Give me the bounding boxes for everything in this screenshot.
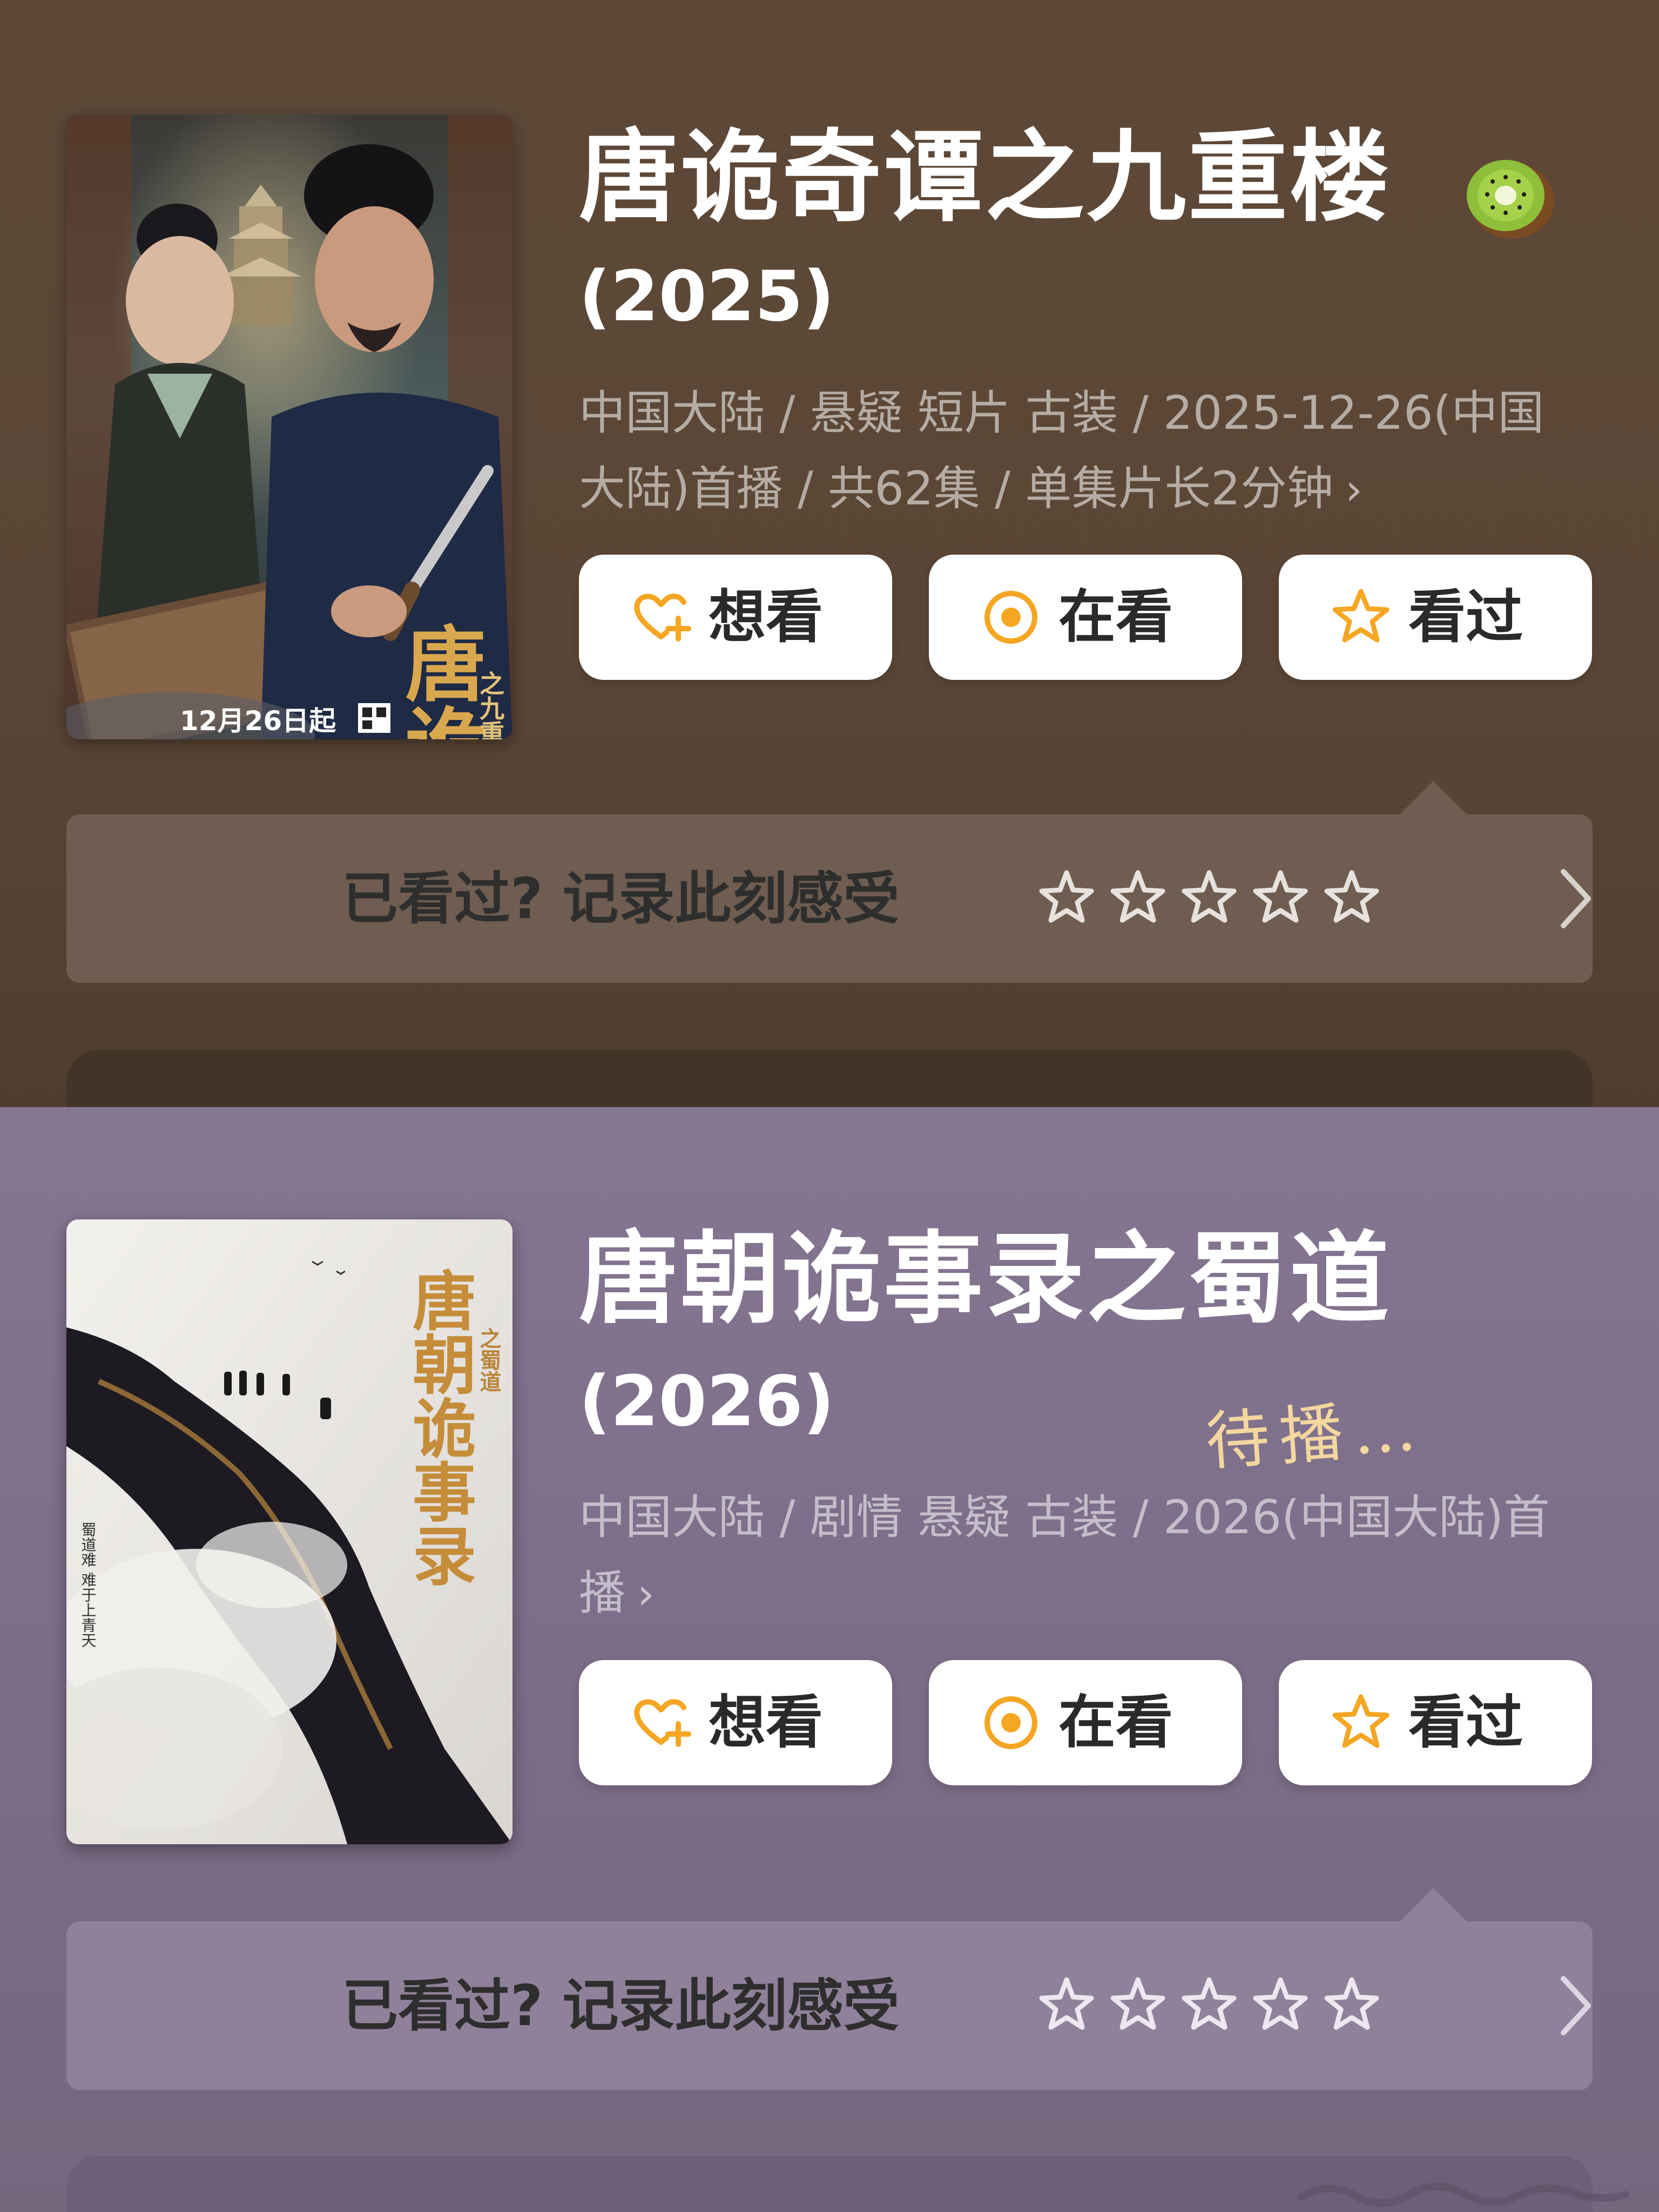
movie-year: (2025) xyxy=(579,257,835,337)
meta-text: 中国大陆 / 悬疑 短片 古装 / 2025-12-26(中国大陆)首播 / 共… xyxy=(579,386,1545,516)
star-outline-icon[interactable] xyxy=(1321,1974,1382,2035)
target-icon xyxy=(984,1696,1037,1749)
popover-caret xyxy=(1400,1888,1467,1921)
star-outline-icon[interactable] xyxy=(1250,867,1311,928)
next-section-card xyxy=(66,1050,1593,1107)
chevron-right-icon[interactable] xyxy=(1557,1973,1595,2038)
star-outline-icon[interactable] xyxy=(1108,867,1168,928)
rating-prompt: 已看过? 记录此刻感受 xyxy=(342,1973,900,2039)
want-to-watch-label: 想看 xyxy=(709,584,823,650)
poster-subtitle: 之蜀道 xyxy=(476,1327,502,1392)
rating-bar[interactable]: 已看过? 记录此刻感受 xyxy=(66,1921,1593,2090)
want-to-watch-button[interactable]: 想看 xyxy=(579,555,892,680)
star-outline-icon[interactable] xyxy=(1108,1974,1168,2035)
star-icon xyxy=(1332,589,1390,643)
want-to-watch-label: 想看 xyxy=(709,1689,823,1756)
poster-tagline: 蜀道难 难于上青天 xyxy=(79,1522,97,1648)
poster-image[interactable]: 唐诡奇谭 之九重楼 12月26日起 xyxy=(66,114,512,739)
poster-subtitle: 之九重楼 xyxy=(476,671,505,739)
movie-card-1: 唐诡奇谭 之九重楼 12月26日起 唐诡奇谭之九重楼 (2025) 中国大陆 /… xyxy=(0,0,1659,1107)
star-outline-icon[interactable] xyxy=(1036,1974,1097,2035)
movie-meta[interactable]: 中国大陆 / 悬疑 短片 古装 / 2025-12-26(中国大陆)首播 / 共… xyxy=(579,375,1583,528)
action-buttons: 想看 在看 看过 xyxy=(579,555,1594,680)
rating-stars xyxy=(1036,867,1393,930)
poster-artwork: 唐诡奇谭 之九重楼 12月26日起 xyxy=(66,114,512,739)
chevron-right-icon: › xyxy=(1345,464,1363,515)
watched-label: 看过 xyxy=(1408,584,1523,650)
movie-title[interactable]: 唐朝诡事录之蜀道 xyxy=(579,1225,1391,1334)
movie-year: (2026) xyxy=(579,1361,835,1442)
poster-image[interactable]: 唐朝诡事录 之蜀道 蜀道难 难于上青天 xyxy=(66,1219,512,1844)
heart-plus-icon xyxy=(634,594,691,642)
action-buttons: 想看 在看 看过 xyxy=(579,1660,1594,1785)
watching-button[interactable]: 在看 xyxy=(929,1660,1242,1785)
star-outline-icon[interactable] xyxy=(1036,867,1097,928)
rating-bar[interactable]: 已看过? 记录此刻感受 xyxy=(66,814,1593,983)
watching-label: 在看 xyxy=(1058,584,1173,650)
watching-label: 在看 xyxy=(1058,1689,1173,1756)
watermark-scribble xyxy=(1298,2182,1629,2207)
target-icon xyxy=(984,591,1037,644)
watching-button[interactable]: 在看 xyxy=(929,555,1242,680)
rating-prompt: 已看过? 记录此刻感受 xyxy=(342,866,900,932)
chevron-right-icon: › xyxy=(637,1569,655,1619)
chevron-right-icon[interactable] xyxy=(1557,866,1595,931)
watched-button[interactable]: 看过 xyxy=(1279,555,1592,680)
star-icon xyxy=(1332,1694,1390,1748)
popover-caret xyxy=(1400,781,1467,814)
meta-text: 中国大陆 / 剧情 悬疑 古装 / 2026(中国大陆)首播 xyxy=(579,1491,1550,1620)
movie-meta[interactable]: 中国大陆 / 剧情 悬疑 古装 / 2026(中国大陆)首播 › xyxy=(579,1480,1583,1632)
poster-title: 唐朝诡事录 xyxy=(402,1268,477,1587)
star-outline-icon[interactable] xyxy=(1179,1974,1239,2035)
watched-button[interactable]: 看过 xyxy=(1279,1660,1592,1785)
star-outline-icon[interactable] xyxy=(1250,1974,1311,2035)
rating-stars xyxy=(1036,1974,1393,2037)
poster-title: 唐诡奇谭 xyxy=(392,622,487,739)
want-to-watch-button[interactable]: 想看 xyxy=(579,1660,892,1785)
star-outline-icon[interactable] xyxy=(1179,867,1239,928)
star-outline-icon[interactable] xyxy=(1321,867,1382,928)
heart-plus-icon xyxy=(634,1699,691,1747)
kiwi-icon xyxy=(1467,160,1554,239)
watched-label: 看过 xyxy=(1408,1689,1523,1756)
poster-date: 12月26日起 xyxy=(180,705,336,737)
movie-card-2: 唐朝诡事录 之蜀道 蜀道难 难于上青天 唐朝诡事录之蜀道 (2026) 中国大陆… xyxy=(0,1107,1659,2212)
movie-title[interactable]: 唐诡奇谭之九重楼 xyxy=(579,123,1391,233)
annotation-handwritten: 待播… xyxy=(1203,1389,1429,1480)
poster-artwork: 唐朝诡事录 之蜀道 蜀道难 难于上青天 xyxy=(66,1219,512,1844)
